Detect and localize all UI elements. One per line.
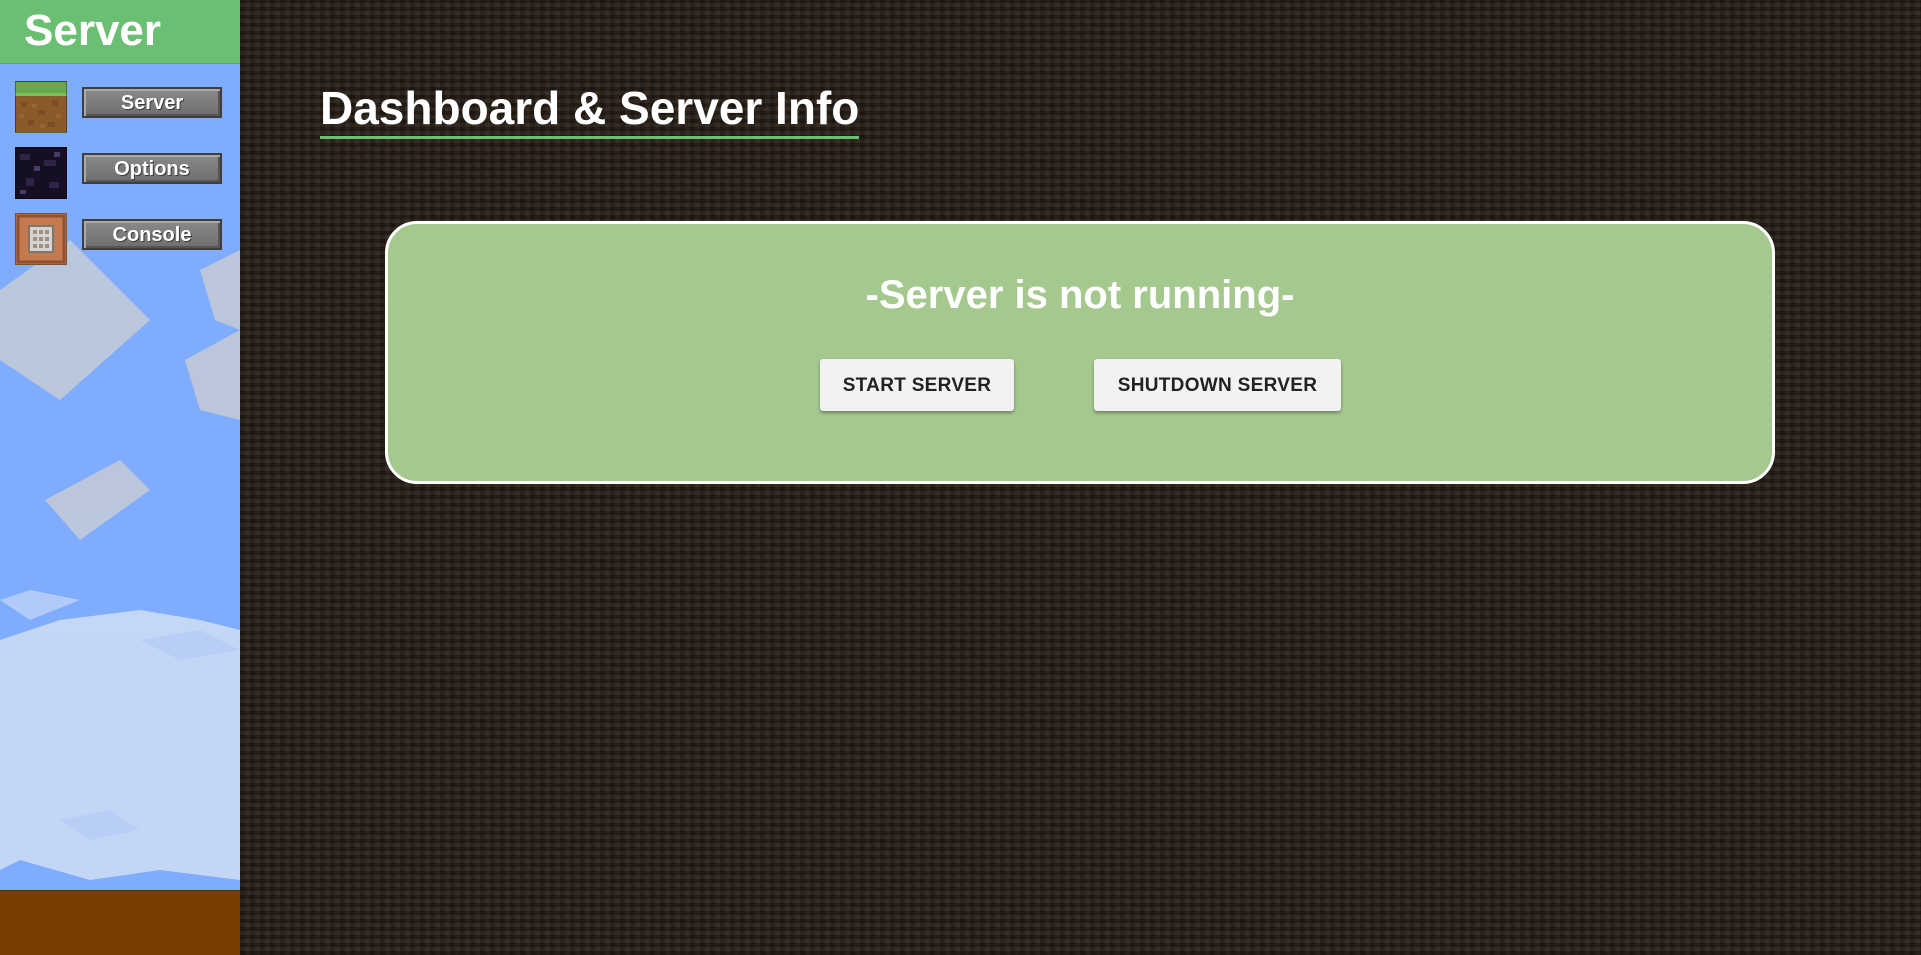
command-block-icon — [15, 213, 67, 265]
server-status-card: -Server is not running- START SERVER SHU… — [385, 221, 1775, 484]
server-status-message: -Server is not running- — [865, 273, 1295, 317]
command-block-texture — [16, 214, 66, 264]
sidebar-header: Server — [0, 0, 240, 64]
options-nav-button[interactable]: Options — [82, 153, 222, 184]
obsidian-block-icon — [15, 147, 67, 199]
console-nav-button[interactable]: Console — [82, 219, 222, 250]
sidebar: Server Server Options Console — [0, 0, 240, 955]
sidebar-title: Server — [24, 6, 162, 55]
sidebar-item-options[interactable]: Options — [14, 147, 224, 201]
grass-block-texture — [19, 100, 61, 128]
obsidian-block-texture — [20, 152, 60, 194]
sky-background-art — [0, 240, 240, 880]
server-nav-button[interactable]: Server — [82, 87, 222, 118]
start-server-button[interactable]: START SERVER — [820, 359, 1014, 411]
sidebar-footer — [0, 890, 240, 955]
grass-block-icon — [15, 81, 67, 133]
page-title: Dashboard & Server Info — [320, 82, 860, 139]
sidebar-item-console[interactable]: Console — [14, 213, 224, 267]
app-root: Server Server Options Console Dashboard … — [0, 0, 1921, 955]
shutdown-server-button[interactable]: SHUTDOWN SERVER — [1094, 359, 1341, 411]
sidebar-item-server[interactable]: Server — [14, 81, 224, 135]
